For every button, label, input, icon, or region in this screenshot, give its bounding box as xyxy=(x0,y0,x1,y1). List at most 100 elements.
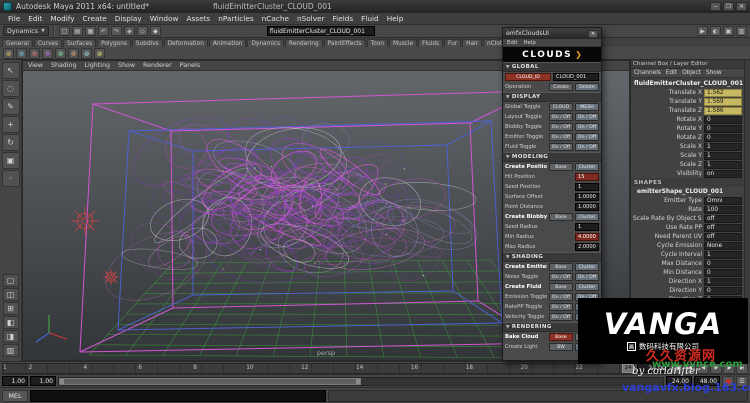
channel-value-field[interactable]: 1 xyxy=(704,143,742,151)
shelf-tab-polygons[interactable]: Polygons xyxy=(97,39,131,47)
seed-radius-field[interactable]: 1 xyxy=(575,223,599,231)
channel-value-field[interactable]: Omni xyxy=(704,197,742,205)
menu-edit[interactable]: Edit xyxy=(24,14,46,23)
shelf-cluster-icon[interactable] xyxy=(42,48,53,59)
channel-value-field[interactable]: 1 xyxy=(704,278,742,286)
viewport-menu-renderer[interactable]: Renderer xyxy=(143,62,172,69)
menu-file[interactable]: File xyxy=(4,14,24,23)
viewport-menu-panels[interactable]: Panels xyxy=(180,62,200,69)
snap-grid-icon[interactable]: ◈ xyxy=(124,26,135,36)
clouds-menu-edit[interactable]: Edit xyxy=(507,40,517,46)
channel-value-field[interactable]: 0 xyxy=(704,269,742,277)
create-position-base-button-1[interactable]: Base xyxy=(549,163,573,171)
shelf-fluid-icon[interactable] xyxy=(55,48,66,59)
scale-tool-icon[interactable]: ▣ xyxy=(2,152,20,169)
operation-create-button-1[interactable]: Create xyxy=(549,83,573,91)
blobby-toggle-on-off-button-1[interactable]: On / Off xyxy=(549,123,573,131)
shelf-cone-icon[interactable] xyxy=(29,48,40,59)
shelf-tab-general[interactable]: General xyxy=(2,39,33,47)
channel-value-field[interactable]: 1.586 xyxy=(704,107,742,115)
menu-fluid[interactable]: Fluid xyxy=(357,14,383,23)
emitter-toggle-on-off-button-1[interactable]: On / Off xyxy=(549,133,573,141)
channel-value-field[interactable]: off xyxy=(704,224,742,232)
clouds-menu-help[interactable]: Help xyxy=(523,40,535,46)
shelf-cloud-icon[interactable] xyxy=(94,48,105,59)
noise-toggle-on-off-button-2[interactable]: On / Off xyxy=(575,273,599,281)
channel-value-field[interactable]: 0 xyxy=(704,125,742,133)
menu-nparticles[interactable]: nParticles xyxy=(214,14,257,23)
menu-ncache[interactable]: nCache xyxy=(258,14,293,23)
rotate-tool-icon[interactable]: ↻ xyxy=(2,134,20,151)
clouds-section-global[interactable]: ▼GLOBAL xyxy=(503,62,601,72)
point-distance-field[interactable]: 1.0000 xyxy=(575,203,599,211)
command-line-input[interactable] xyxy=(30,390,326,402)
render-view-icon[interactable]: ▶ xyxy=(697,26,708,36)
hit-position-field[interactable]: 15 xyxy=(575,173,599,181)
layout-toggle-on-off-button-2[interactable]: On / Off xyxy=(575,113,599,121)
channel-value-field[interactable]: 1 xyxy=(704,251,742,259)
paint-select-tool-icon[interactable]: ✎ xyxy=(2,98,20,115)
global-toggle-mesh-button-2[interactable]: MESH xyxy=(575,103,599,111)
range-slider[interactable] xyxy=(58,377,664,386)
render-settings-icon[interactable]: ▣ xyxy=(723,26,734,36)
menu-nsolver[interactable]: nSolver xyxy=(293,14,329,23)
shelf-tab-fluids[interactable]: Fluids xyxy=(418,39,443,47)
blobby-toggle-on-off-button-2[interactable]: On / Off xyxy=(575,123,599,131)
shelf-tab-fur[interactable]: Fur xyxy=(444,39,461,47)
animation-start-field[interactable]: 1.00 xyxy=(2,376,28,386)
max-radius-field[interactable]: 2.0000 xyxy=(575,243,599,251)
create-blobby-cluster-button-2[interactable]: Cluster xyxy=(575,213,599,221)
velocity-toggle-on-off-button-1[interactable]: On / Off xyxy=(549,313,573,321)
min-radius-field[interactable]: 4.0000 xyxy=(575,233,599,241)
shelf-light-icon[interactable] xyxy=(81,48,92,59)
channel-value-field[interactable]: 1.562 xyxy=(704,89,742,97)
seed-position-field[interactable]: 1 xyxy=(575,183,599,191)
close-icon[interactable]: ✕ xyxy=(588,30,598,38)
maximize-button[interactable]: ❐ xyxy=(723,2,734,11)
channel-value-field[interactable]: off xyxy=(704,233,742,241)
create-blobby-base-button-1[interactable]: Base xyxy=(549,213,573,221)
playback-start-field[interactable]: 1.00 xyxy=(30,376,56,386)
range-end-handle[interactable] xyxy=(356,379,360,384)
create-light-bw-button-1[interactable]: BW xyxy=(549,343,573,351)
channel-value-field[interactable]: 1 xyxy=(704,161,742,169)
channel-value-field[interactable]: 0 xyxy=(704,134,742,142)
emission-toggle-on-off-button-1[interactable]: On / Off xyxy=(549,293,573,301)
single-pane-layout-button[interactable]: ▢ xyxy=(3,274,19,287)
minimize-button[interactable]: ─ xyxy=(710,2,721,11)
bake-cloud-base-button-1[interactable]: Base xyxy=(549,333,573,341)
shelf-tab-curves[interactable]: Curves xyxy=(34,39,62,47)
channel-value-field[interactable]: 1 xyxy=(704,152,742,160)
range-slider-bar[interactable] xyxy=(59,378,361,385)
channel-value-field[interactable]: None xyxy=(704,242,742,250)
command-language-button[interactable]: MEL xyxy=(2,390,28,402)
fluid-toggle-on-off-button-2[interactable]: On / Off xyxy=(575,143,599,151)
shelf-emitter-icon[interactable] xyxy=(68,48,79,59)
channel-value-field[interactable]: 0 xyxy=(704,116,742,124)
channel-value-field[interactable]: 0 xyxy=(704,260,742,268)
menu-window[interactable]: Window xyxy=(146,14,183,23)
selection-name-field[interactable] xyxy=(267,26,375,36)
menu-display[interactable]: Display xyxy=(111,14,146,23)
shelf-cube-icon[interactable] xyxy=(16,48,27,59)
cloud-id-field[interactable]: CLOUD_001 xyxy=(553,73,599,81)
channel-box-menu-object[interactable]: Object xyxy=(682,70,701,76)
menu-set-dropdown[interactable]: Dynamics ▼ xyxy=(3,26,49,36)
clouds-section-display[interactable]: ▼DISPLAY xyxy=(503,92,601,102)
cloud-id-button[interactable]: CLOUD_ID xyxy=(505,73,551,81)
ratepp-toggle-on-off-button-1[interactable]: On / Off xyxy=(549,303,573,311)
four-pane-layout-button[interactable]: ⊞ xyxy=(3,302,19,315)
create-fluid-base-button-1[interactable]: Base xyxy=(549,283,573,291)
lasso-tool-icon[interactable]: ◌ xyxy=(2,80,20,97)
channel-box-menu-channels[interactable]: Channels xyxy=(634,70,661,76)
right-split-layout-button[interactable]: ◨ xyxy=(3,330,19,343)
channel-value-field[interactable]: on xyxy=(704,170,742,178)
noise-toggle-on-off-button-1[interactable]: On / Off xyxy=(549,273,573,281)
new-scene-icon[interactable]: ▢ xyxy=(59,26,70,36)
shelf-tab-surfaces[interactable]: Surfaces xyxy=(63,39,96,47)
clouds-window-titlebar[interactable]: emfxCloudsUI ✕ xyxy=(503,28,601,39)
move-tool-icon[interactable]: + xyxy=(2,116,20,133)
sidebar-toggle-icon[interactable]: ▥ xyxy=(736,26,747,36)
shelf-tab-deformation[interactable]: Deformation xyxy=(164,39,208,47)
channel-box-menu-edit[interactable]: Edit xyxy=(666,70,677,76)
